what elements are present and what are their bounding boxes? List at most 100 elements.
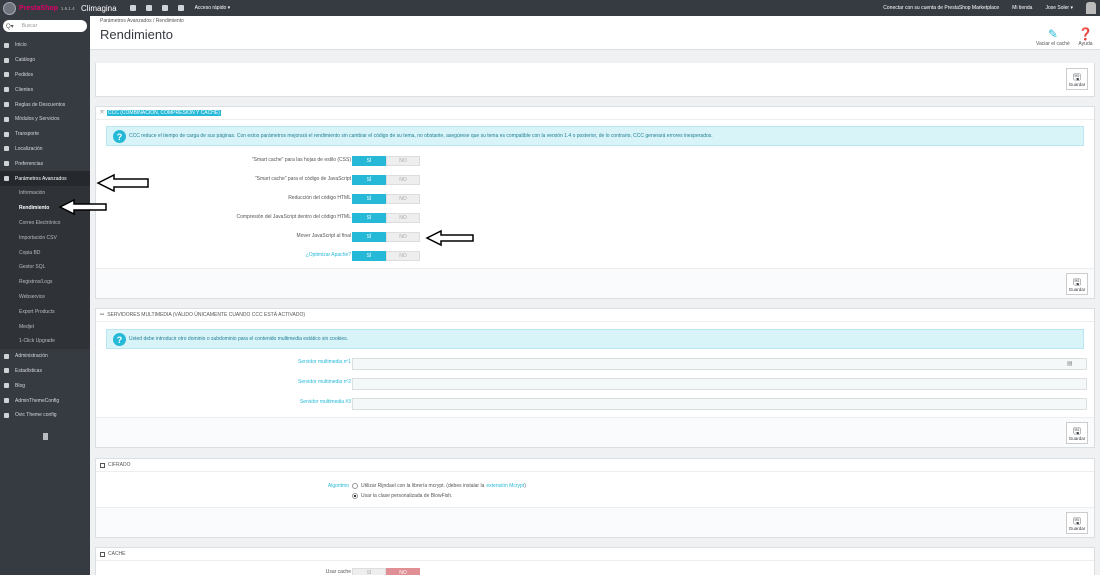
smart-cache-js-switch[interactable]: SÍ NO	[352, 175, 420, 185]
form-row: "Smart cache" para las hojas de estilo (…	[96, 156, 1096, 167]
panel-previous: 🖫 Guardar	[95, 63, 1095, 97]
avatar[interactable]	[1086, 2, 1096, 14]
save-button[interactable]: 🖫 Guardar	[1066, 273, 1088, 295]
annotation-arrow-icon	[58, 198, 107, 216]
field-label: Servidor multimedia #3	[299, 399, 351, 405]
sidebar: Q▾ Buscar Inicio Catálogo Pedidos Client…	[0, 16, 90, 575]
message-icon[interactable]	[161, 5, 168, 11]
sidebar-item-clientes[interactable]: Clientes	[0, 82, 90, 97]
sidebar-subitem-medjet[interactable]: Medjet	[0, 319, 90, 334]
sidebar-item-administracion[interactable]: Administración	[0, 349, 90, 364]
sidebar-item-label: Pedidos	[15, 71, 34, 78]
sidebar-item-blog[interactable]: Blog	[0, 378, 90, 393]
panel-footer: 🖫 Guardar	[96, 417, 1094, 447]
sidebar-item-localizacion[interactable]: Localización	[0, 142, 90, 157]
radio-button[interactable]	[352, 493, 358, 499]
field-label: Usar cache	[325, 569, 351, 575]
optimize-apache-switch[interactable]: SÍ NO	[352, 251, 420, 261]
sidebar-item-label: Módulos y Servicios	[15, 116, 60, 123]
question-icon: ?	[113, 333, 126, 346]
media-server-3-input[interactable]	[352, 398, 1087, 410]
smart-cache-css-switch[interactable]: SÍ NO	[352, 156, 420, 166]
sidebar-item-inicio[interactable]: Inicio	[0, 38, 90, 53]
my-shop-link[interactable]: Mi tienda	[1012, 5, 1032, 11]
html-minify-switch[interactable]: SÍ NO	[352, 194, 420, 204]
truck-icon	[4, 131, 9, 137]
sidebar-subitem-importacion-csv[interactable]: Importación CSV	[0, 230, 90, 246]
page-header: Parámetros Avanzados / Rendimiento Rendi…	[90, 16, 1100, 50]
list-icon[interactable]: ▤	[1067, 360, 1073, 367]
field-label: "Smart cache" para las hojas de estilo (…	[251, 157, 351, 163]
radio-button[interactable]	[352, 483, 358, 489]
quick-access-menu[interactable]: Acceso rápido ▾	[195, 5, 231, 11]
sidebar-item-label: AdminThemeConfig	[15, 397, 60, 404]
sidebar-subitem-copia-bd[interactable]: Copia BD	[0, 245, 90, 260]
customer-icon[interactable]	[145, 5, 152, 11]
shrink-icon: ⤧	[100, 110, 105, 116]
cog-icon	[4, 353, 9, 359]
help-icon: ❓	[1078, 27, 1093, 41]
sidebar-item-descuentos[interactable]: Reglas de Descuentos	[0, 97, 90, 112]
sidebar-subitem-gestor-sql[interactable]: Gestor SQL	[0, 259, 90, 275]
panel-title: CIFRADO	[108, 462, 131, 468]
form-row: Servidor multimedia nº2	[96, 378, 1096, 390]
help-button[interactable]: ❓ Ayuda	[1078, 27, 1093, 47]
field-label[interactable]: ¿Optimizar Apache?	[306, 252, 351, 258]
cart-icon[interactable]	[129, 5, 136, 11]
media-server-2-input[interactable]	[352, 378, 1087, 390]
sidebar-item-adminthemeconfig[interactable]: AdminThemeConfig	[0, 393, 90, 408]
sidebar-item-catalogo[interactable]: Catálogo	[0, 53, 90, 68]
panel-ccc: ⤧ CCC (COMBINACIÓN, COMPRESIÓN Y CACHÉ) …	[95, 106, 1095, 299]
clear-cache-button[interactable]: ✎ Vaciar el caché	[1036, 27, 1070, 47]
search-input[interactable]: Q▾ Buscar	[3, 20, 87, 32]
sidebar-item-label: Transporte	[15, 131, 39, 138]
sidebar-subitem-correo[interactable]: Correo Electrónico	[0, 215, 90, 231]
marketplace-link[interactable]: Conectar con su cuenta de PrestaShop Mar…	[883, 5, 999, 11]
use-cache-switch[interactable]: SÍ NO	[352, 568, 420, 575]
panel-cipher: CIFRADO Algoritmo Utilizar Rijndael con …	[95, 458, 1095, 538]
trophy-icon[interactable]	[177, 5, 184, 11]
form-row: ¿Optimizar Apache? SÍ NO	[96, 251, 1096, 262]
top-bar: PrestaShop 1.6.1.4 Climagina Acceso rápi…	[0, 0, 1100, 16]
sidebar-item-label: Inicio	[15, 42, 27, 49]
sidebar-item-parametros-avanzados[interactable]: Parámetros Avanzados	[0, 171, 90, 186]
wrench-icon	[4, 398, 9, 404]
form-row: Reducción del código HTML SÍ NO	[96, 194, 1096, 205]
save-button[interactable]: 🖫 Guardar	[1066, 512, 1088, 534]
field-label: Compresión del JavaScript dentro del cód…	[236, 214, 352, 220]
cipher-option-rijndael[interactable]: Utilizar Rijndael con la librería mcrypt…	[352, 483, 526, 489]
sidebar-item-ovic-theme-config[interactable]: Ovic Theme config	[0, 408, 90, 423]
move-js-bottom-switch[interactable]: SÍ NO	[352, 232, 420, 242]
media-server-1-input[interactable]	[352, 358, 1087, 370]
sidebar-item-pedidos[interactable]: Pedidos	[0, 68, 90, 83]
sidebar-subitem-registros[interactable]: Registros/Logs	[0, 274, 90, 290]
sidebar-subitem-webservice[interactable]: Webservice	[0, 289, 90, 305]
cipher-option-blowfish[interactable]: Usar la clase personalizada de BlowFish.	[352, 493, 452, 499]
sidebar-item-modulos[interactable]: Módulos y Servicios	[0, 112, 90, 127]
save-button[interactable]: 🖫 Guardar	[1066, 68, 1088, 90]
search-placeholder: Buscar	[21, 23, 38, 29]
field-label: Algoritmo	[327, 483, 349, 489]
shop-name[interactable]: Climagina	[81, 4, 117, 13]
users-icon	[4, 87, 9, 93]
field-label: "Smart cache" para el código de JavaScri…	[254, 176, 351, 182]
user-menu[interactable]: Jose Soler ▾	[1045, 5, 1073, 11]
main-content: 🖫 Guardar ⤧ CCC (COMBINACIÓN, COMPRESIÓN…	[90, 50, 1100, 575]
info-alert: ? Usted debe introducir otro dominio o s…	[106, 329, 1084, 349]
inline-js-compress-switch[interactable]: SÍ NO	[352, 213, 420, 223]
mcrypt-link[interactable]: extensión Mcrypt	[486, 483, 524, 489]
save-button[interactable]: 🖫 Guardar	[1066, 422, 1088, 444]
sidebar-item-transporte[interactable]: Transporte	[0, 127, 90, 142]
panel-footer: 🖫 Guardar	[96, 507, 1094, 537]
sidebar-item-preferencias[interactable]: Preferencias	[0, 156, 90, 171]
question-icon: ?	[113, 130, 126, 143]
collapse-sidebar-icon[interactable]	[43, 432, 48, 440]
form-row: Servidor multimedia nº1 ▤	[96, 358, 1096, 370]
sidebar-subitem-export-products[interactable]: Export Products	[0, 304, 90, 320]
search-icon[interactable]: Q▾	[6, 23, 14, 30]
sidebar-subitem-1-click-upgrade[interactable]: 1-Click Upgrade	[0, 333, 90, 349]
desktop-icon	[100, 551, 105, 557]
sidebar-item-estadisticas[interactable]: Estadísticas	[0, 364, 90, 379]
alert-text: CCC reduce el tiempo de carga de sus pág…	[129, 133, 713, 139]
annotation-arrow-icon	[96, 173, 149, 193]
